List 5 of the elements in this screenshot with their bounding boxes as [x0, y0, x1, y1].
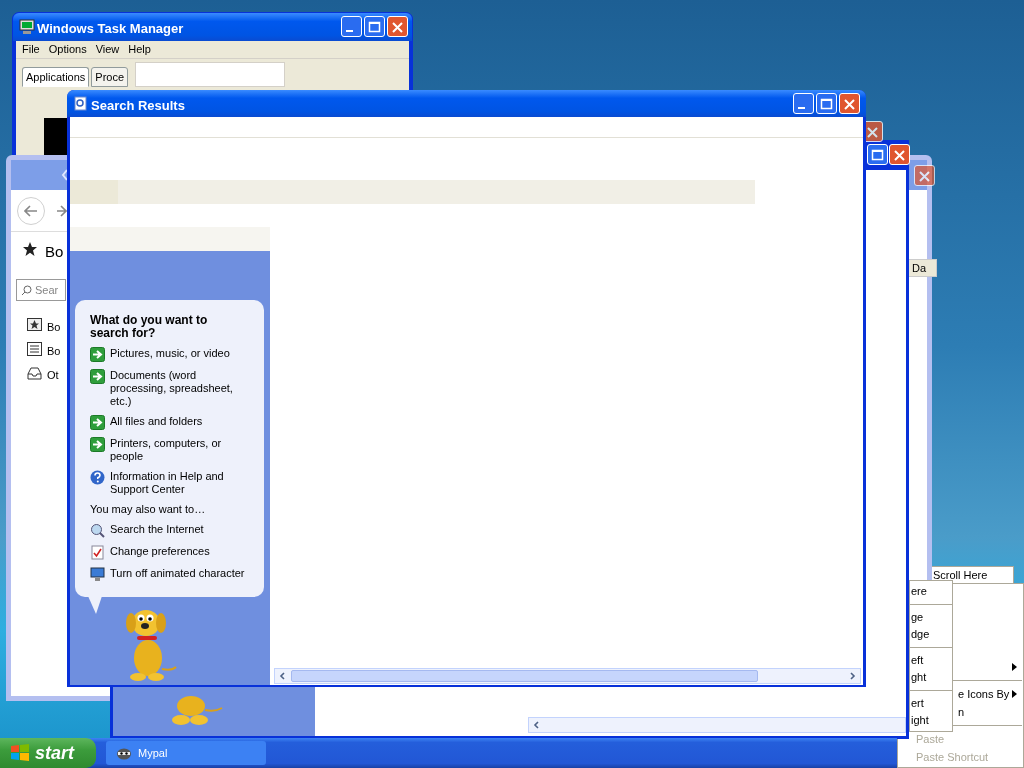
section-label: You may also want to… [90, 503, 207, 516]
window-title: Windows Task Manager [37, 20, 184, 38]
question-text: What do you want to search for? [90, 314, 209, 340]
library-heading: Bo [45, 242, 64, 262]
window-title: Search Results [91, 97, 185, 115]
